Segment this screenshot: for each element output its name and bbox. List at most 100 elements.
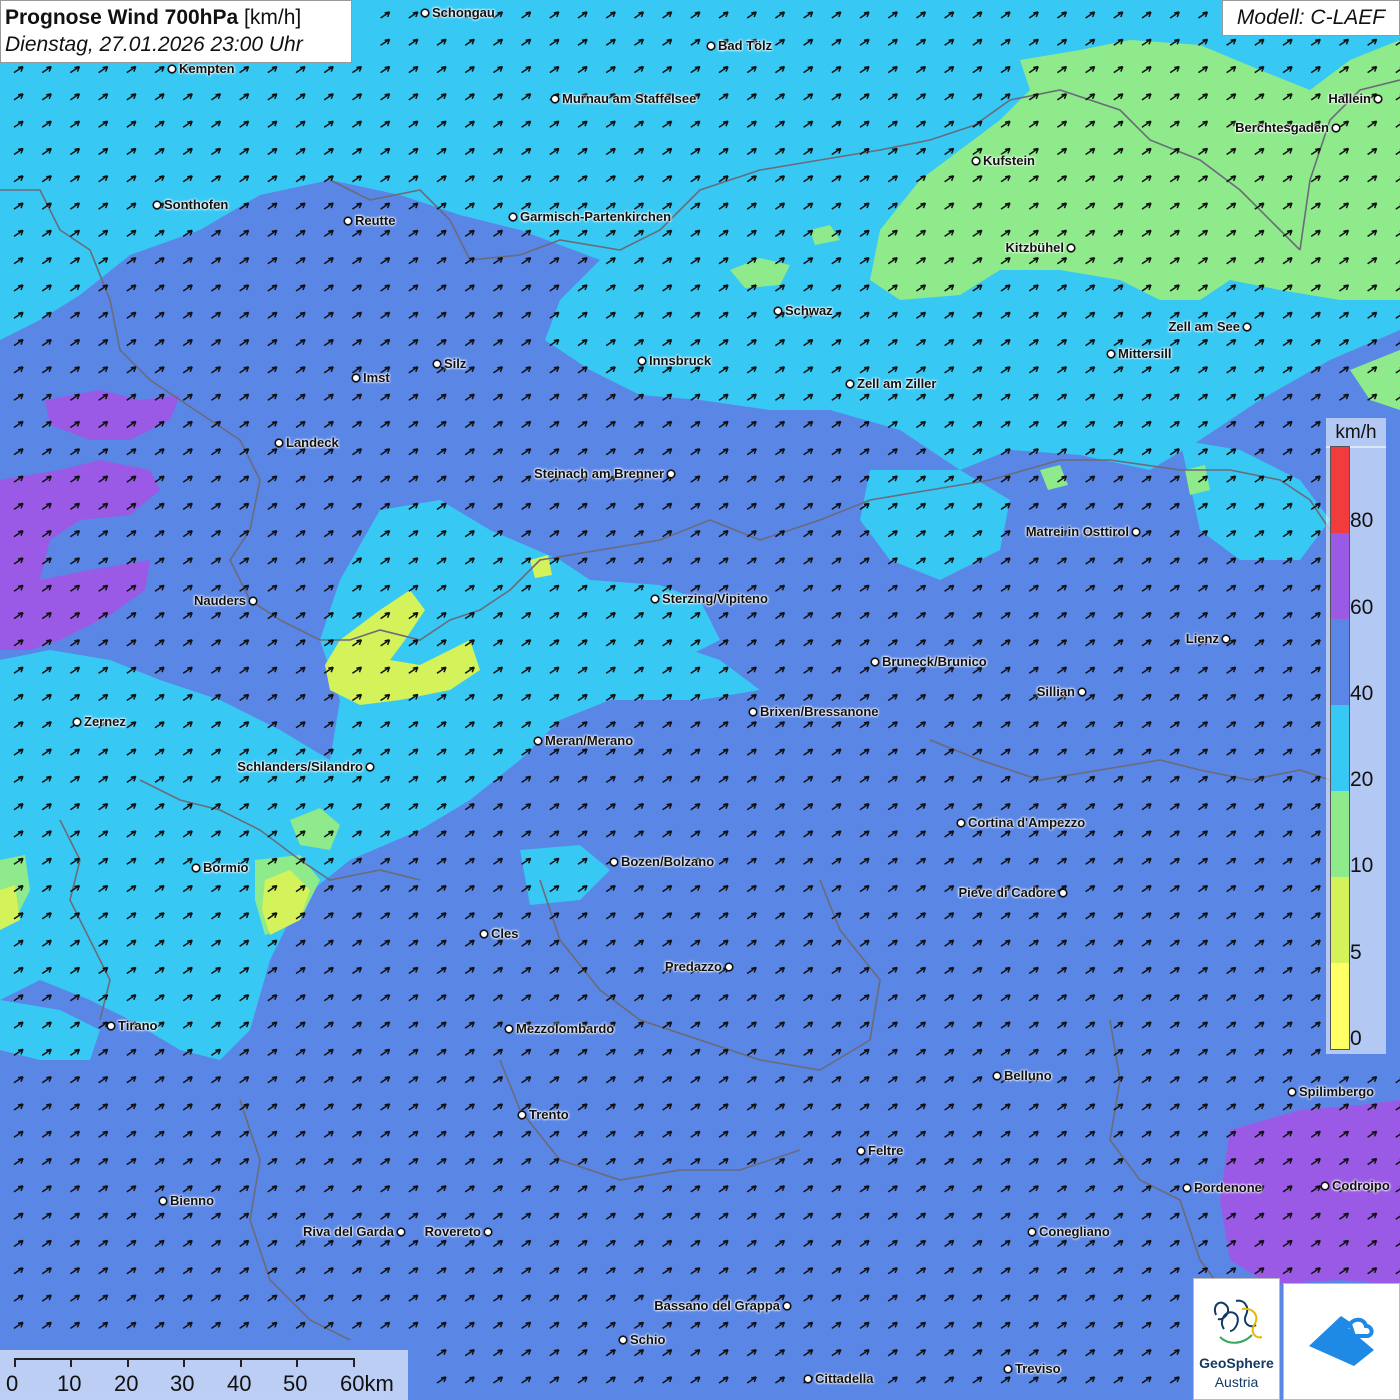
forecast-datetime: Dienstag, 27.01.2026 23:00 Uhr — [5, 33, 303, 56]
city-label: Matrei in Osttirol — [1025, 524, 1129, 539]
city-marker — [1066, 243, 1076, 253]
city-marker — [396, 1227, 406, 1237]
city-marker — [637, 356, 647, 366]
city-label: Zernez — [84, 714, 126, 729]
city-marker — [479, 929, 489, 939]
city-marker — [773, 306, 783, 316]
city-label: Sterzing/Vipiteno — [662, 591, 768, 606]
legend-band-20-40 — [1331, 705, 1349, 791]
scale-tick — [70, 1358, 72, 1367]
city-marker — [106, 1021, 116, 1031]
city-label: Pieve di Cadore — [958, 885, 1056, 900]
legend-band-10-20 — [1331, 790, 1349, 877]
city-marker — [420, 8, 430, 18]
scale-label-30: 30 — [170, 1371, 195, 1396]
city-label: Hallein — [1328, 91, 1371, 106]
city-marker — [191, 863, 201, 873]
city-marker — [706, 41, 716, 51]
city-label: Steinach am Brenner — [533, 466, 664, 481]
city-marker — [248, 596, 258, 606]
city-label: Belluno — [1004, 1068, 1052, 1083]
scale-label-10: 10 — [57, 1371, 82, 1396]
city-marker — [650, 594, 660, 604]
city-marker — [992, 1071, 1002, 1081]
legend-unit: km/h — [1326, 418, 1386, 448]
city-marker — [351, 373, 361, 383]
city-label: Bozen/Bolzano — [621, 854, 715, 869]
city-marker — [1131, 527, 1141, 537]
geosphere-logo-line2: Austria — [1214, 1374, 1259, 1390]
city-label: Conegliano — [1039, 1224, 1110, 1239]
city-label: Zell am Ziller — [857, 376, 937, 391]
city-marker — [971, 156, 981, 166]
city-marker — [782, 1301, 792, 1311]
city-marker — [152, 200, 162, 210]
legend-tick-20: 20 — [1350, 768, 1374, 791]
city-marker — [1058, 888, 1068, 898]
city-label: Bienno — [170, 1193, 215, 1208]
city-label: Bassano del Grappa — [654, 1298, 780, 1313]
scale-tick — [183, 1358, 185, 1367]
city-label: Bormio — [203, 860, 249, 875]
city-label: Rovereto — [424, 1224, 481, 1239]
geosphere-logo-icon — [1214, 1299, 1263, 1344]
legend-tick-10: 10 — [1350, 854, 1374, 877]
legend-tick-60: 60 — [1350, 596, 1374, 619]
city-marker — [956, 818, 966, 828]
city-label: Brixen/Bressanone — [760, 704, 879, 719]
scale-tick — [127, 1358, 129, 1367]
city-marker — [1242, 322, 1252, 332]
city-label: Kufstein — [983, 153, 1035, 168]
city-label: Zell am See — [1168, 319, 1240, 334]
city-label: Cittadella — [815, 1371, 874, 1386]
city-label: Reutte — [355, 213, 396, 228]
city-marker — [1331, 123, 1341, 133]
geosphere-logo-line1: GeoSphere — [1199, 1355, 1274, 1371]
city-marker — [618, 1335, 628, 1345]
city-marker — [1373, 94, 1383, 104]
city-label: Murnau am Staffelsee — [562, 91, 697, 106]
legend-tick-40: 40 — [1350, 682, 1374, 705]
scale-label-50: 50 — [283, 1371, 308, 1396]
city-marker — [1221, 634, 1231, 644]
city-marker — [609, 857, 619, 867]
city-marker — [483, 1227, 493, 1237]
scale-tick — [240, 1358, 242, 1367]
scale-label-20: 20 — [114, 1371, 139, 1396]
city-marker — [870, 657, 880, 667]
legend-band-40-60 — [1331, 619, 1349, 706]
partner-logo[interactable] — [1283, 1283, 1400, 1400]
city-label: Meran/Merano — [545, 733, 634, 748]
city-label: Bad Tölz — [718, 38, 773, 53]
city-marker — [1106, 349, 1116, 359]
city-label: Imst — [363, 370, 390, 385]
legend-tick-5: 5 — [1350, 941, 1362, 964]
city-label: Schlanders/Silandro — [237, 759, 363, 774]
legend-band-80-plus — [1331, 447, 1349, 534]
city-label: Trento — [529, 1107, 569, 1122]
city-marker — [1003, 1364, 1013, 1374]
city-label: Schio — [630, 1332, 666, 1347]
city-marker — [72, 717, 82, 727]
scale-label-0: 0 — [6, 1371, 19, 1396]
city-marker — [343, 216, 353, 226]
city-marker — [158, 1196, 168, 1206]
city-marker — [666, 469, 676, 479]
city-marker — [274, 438, 284, 448]
legend-colorbar — [1330, 446, 1350, 1050]
city-label: Kitzbühel — [1005, 240, 1065, 255]
city-label: Codroipo — [1332, 1178, 1390, 1193]
city-marker — [1287, 1087, 1297, 1097]
city-label: Berchtesgaden — [1235, 120, 1329, 135]
scale-tick — [353, 1358, 355, 1367]
city-label: Schongau — [432, 5, 495, 20]
legend-band-0-5 — [1331, 962, 1349, 1049]
city-label: Sillian — [1036, 684, 1075, 699]
city-marker — [1182, 1183, 1192, 1193]
city-label: Tirano — [118, 1018, 158, 1033]
city-label: Feltre — [868, 1143, 904, 1158]
city-marker — [724, 962, 734, 972]
city-marker — [533, 736, 543, 746]
city-label: Predazzo — [664, 959, 722, 974]
city-marker — [550, 94, 560, 104]
